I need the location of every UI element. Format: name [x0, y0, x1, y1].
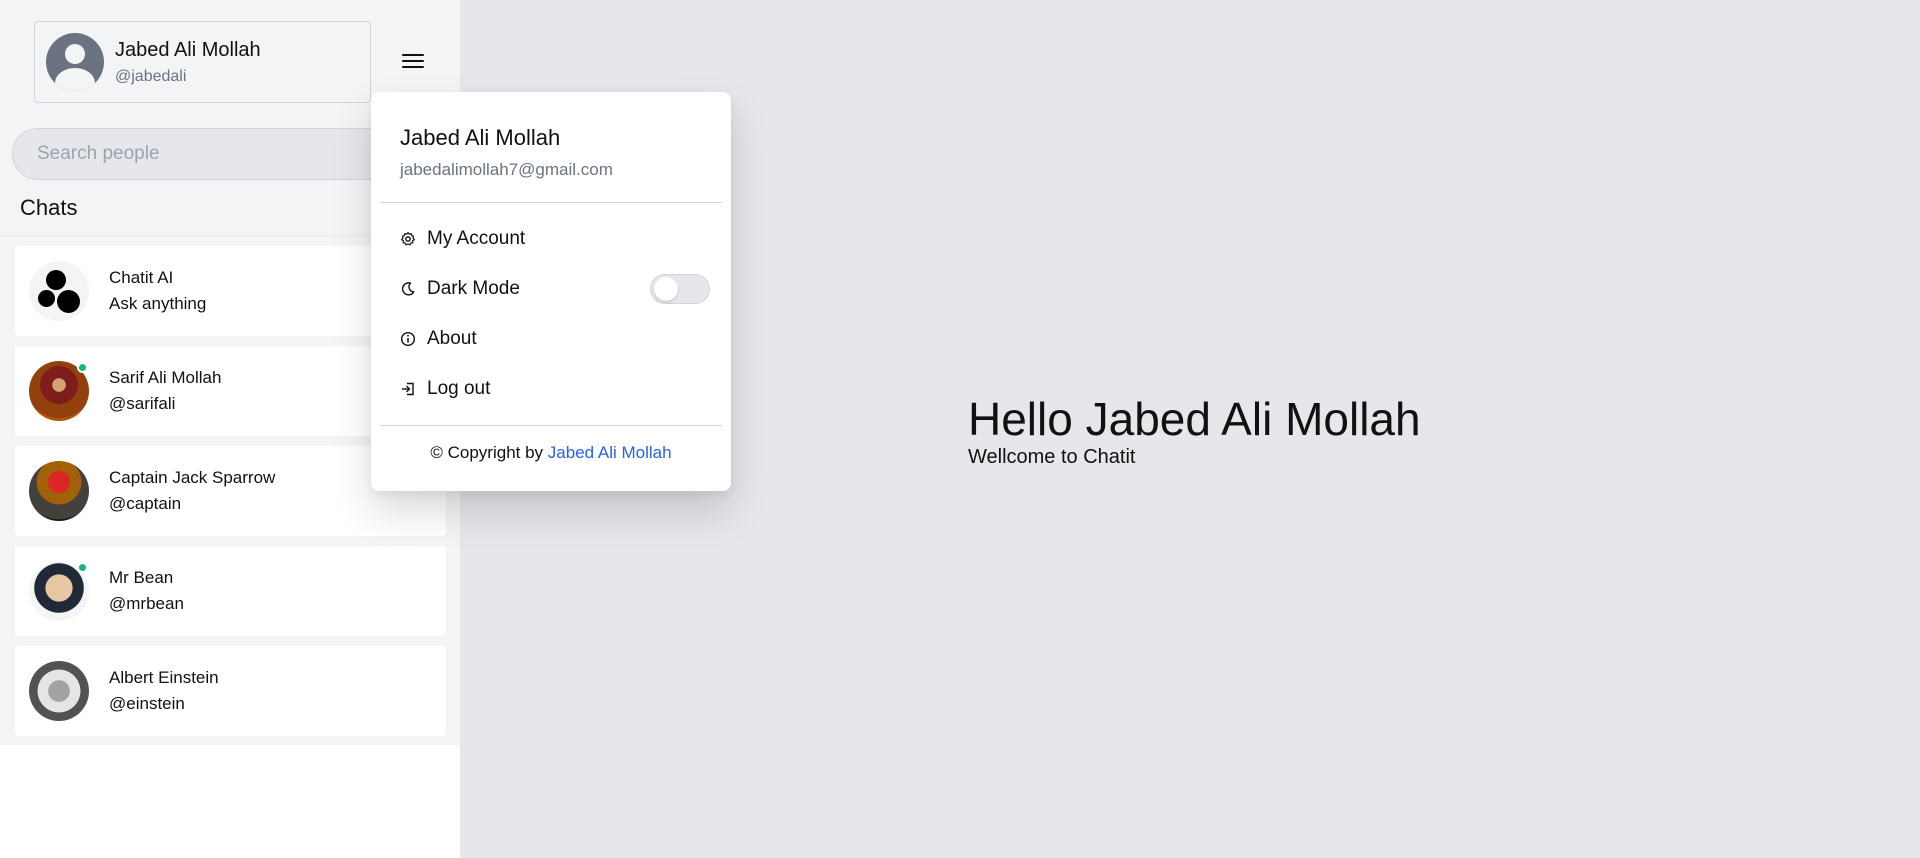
menu-item-label: My Account	[427, 228, 526, 249]
divider	[380, 202, 722, 203]
profile-avatar	[46, 33, 104, 91]
welcome-title: Hello Jabed Ali Mollah	[968, 393, 1421, 445]
chat-name: Sarif Ali Mollah	[109, 368, 222, 387]
dark-mode-toggle[interactable]	[650, 274, 710, 304]
menu-item-dark-mode[interactable]: Dark Mode	[400, 273, 710, 305]
chat-subtitle: @mrbean	[109, 594, 184, 613]
profile-text: Jabed Ali Mollah @jabedali	[115, 37, 261, 88]
info-icon	[400, 331, 416, 347]
copyright-footer: © Copyright by Jabed Ali Mollah	[371, 443, 731, 463]
avatar-head-shape	[65, 44, 85, 64]
online-indicator	[77, 562, 88, 573]
menu-user-email: jabedalimollah7@gmail.com	[400, 160, 613, 179]
einstein-avatar	[29, 661, 89, 721]
divider	[380, 425, 722, 426]
chat-subtitle: @captain	[109, 494, 182, 513]
chat-name: Captain Jack Sparrow	[109, 468, 276, 487]
user-menu-dropdown: Jabed Ali Mollah jabedalimollah7@gmail.c…	[371, 92, 731, 491]
chat-subtitle: @einstein	[109, 694, 185, 713]
chat-name: Chatit AI	[109, 268, 174, 287]
menu-icon[interactable]	[402, 50, 430, 72]
menu-user-name: Jabed Ali Mollah	[400, 125, 561, 150]
sarif-avatar	[29, 361, 89, 421]
welcome-subtitle: Wellcome to Chatit	[968, 446, 1136, 468]
menu-item-label: Log out	[427, 378, 491, 399]
chat-name: Mr Bean	[109, 568, 174, 587]
profile-name: Jabed Ali Mollah	[115, 38, 261, 61]
chat-item-mrbean[interactable]: Mr Bean @mrbean	[15, 546, 446, 636]
toggle-knob	[654, 277, 678, 301]
copyright-text: © Copyright by	[430, 443, 544, 462]
chatit-ai-avatar	[29, 261, 89, 321]
mrbean-avatar	[29, 561, 89, 621]
chat-name: Albert Einstein	[109, 668, 219, 687]
chat-subtitle: @sarifali	[109, 394, 176, 413]
copyright-author-link[interactable]: Jabed Ali Mollah	[548, 443, 672, 462]
captain-avatar	[29, 461, 89, 521]
chat-item-einstein[interactable]: Albert Einstein @einstein	[15, 646, 446, 736]
avatar-body-shape	[55, 68, 95, 91]
menu-item-label: Dark Mode	[427, 278, 520, 299]
gear-icon	[400, 231, 416, 247]
menu-item-my-account[interactable]: My Account	[400, 223, 710, 255]
logout-icon	[400, 381, 416, 397]
online-indicator	[77, 362, 88, 373]
chats-heading: Chats	[20, 195, 78, 220]
moon-icon	[400, 281, 416, 297]
menu-item-log-out[interactable]: Log out	[400, 373, 710, 405]
chat-subtitle: Ask anything	[109, 294, 207, 313]
profile-handle: @jabedali	[115, 67, 187, 85]
profile-card[interactable]: Jabed Ali Mollah @jabedali	[34, 21, 371, 103]
menu-item-label: About	[427, 328, 477, 349]
menu-item-about[interactable]: About	[400, 323, 710, 355]
